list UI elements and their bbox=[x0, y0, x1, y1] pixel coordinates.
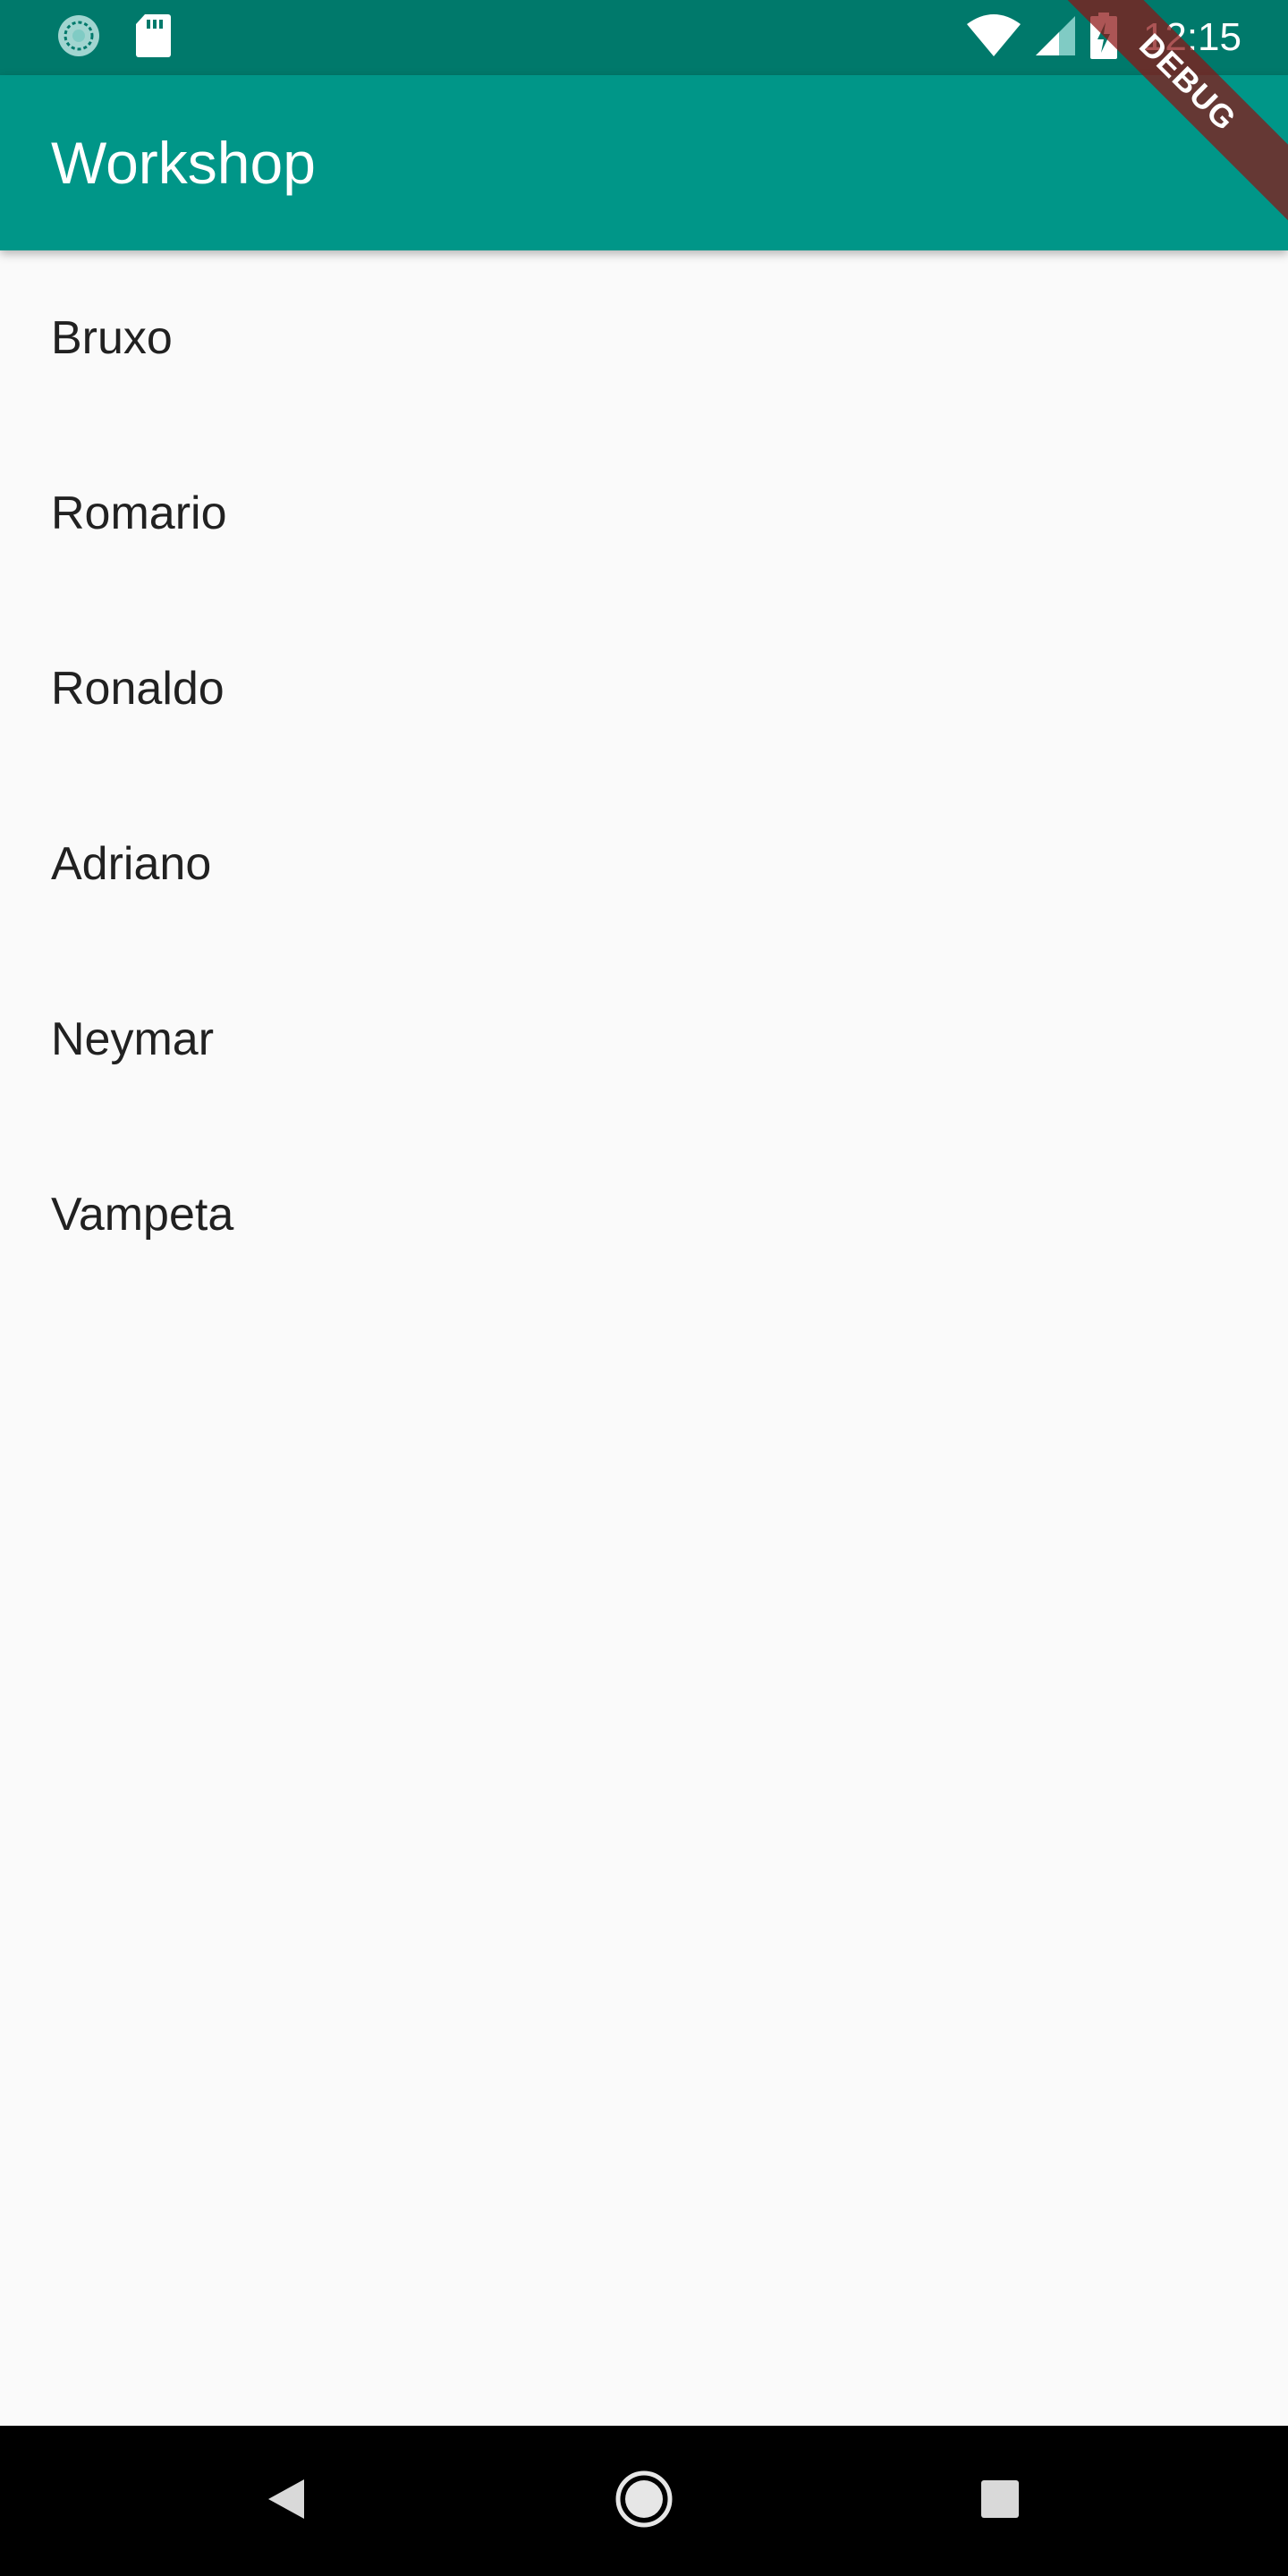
status-bar: 12:15 bbox=[0, 0, 1288, 75]
back-button[interactable] bbox=[233, 2426, 340, 2576]
back-icon bbox=[267, 2478, 306, 2525]
recents-icon bbox=[980, 2479, 1020, 2523]
list-item[interactable]: Ronaldo bbox=[0, 601, 1288, 776]
status-left-icons bbox=[55, 13, 172, 63]
navigation-bar bbox=[0, 2426, 1288, 2576]
list-item[interactable]: Adriano bbox=[0, 776, 1288, 952]
list-item[interactable]: Vampeta bbox=[0, 1127, 1288, 1302]
sync-icon bbox=[55, 13, 102, 64]
list-item[interactable]: Romario bbox=[0, 426, 1288, 601]
app-screen: 12:15 DEBUG Workshop Bruxo Romario Ronal… bbox=[0, 0, 1288, 2576]
list-item[interactable]: Bruxo bbox=[0, 250, 1288, 426]
app-bar: Workshop bbox=[0, 75, 1288, 250]
sd-card-icon bbox=[134, 13, 172, 64]
home-icon bbox=[614, 2470, 674, 2533]
recents-button[interactable] bbox=[946, 2426, 1054, 2576]
names-list: Bruxo Romario Ronaldo Adriano Neymar Vam… bbox=[0, 250, 1288, 1302]
status-time: 12:15 bbox=[1142, 15, 1241, 59]
home-button[interactable] bbox=[589, 2426, 699, 2576]
status-right-icons: 12:15 bbox=[966, 9, 1241, 66]
app-title: Workshop bbox=[51, 130, 316, 196]
list-item[interactable]: Neymar bbox=[0, 952, 1288, 1127]
cell-signal-icon bbox=[1034, 14, 1077, 62]
battery-charging-icon bbox=[1089, 12, 1118, 64]
wifi-icon bbox=[966, 13, 1021, 63]
